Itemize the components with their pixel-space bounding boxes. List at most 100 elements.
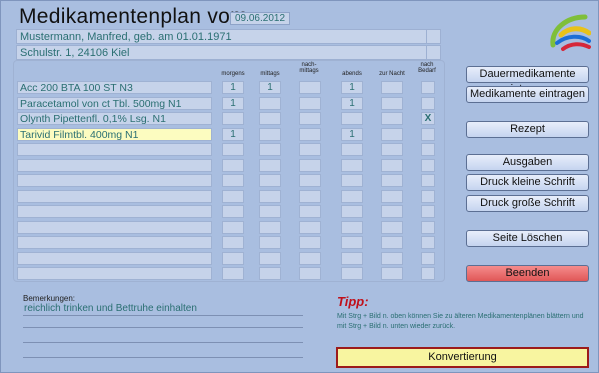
- dose-cell-morgens[interactable]: [222, 205, 244, 218]
- dose-cell-abends[interactable]: [341, 236, 363, 249]
- dose-cell-mittags[interactable]: [259, 220, 281, 234]
- dose-cell-nachmittags[interactable]: [299, 127, 321, 141]
- dose-cell-mittags[interactable]: [259, 158, 281, 172]
- medication-row-name[interactable]: [17, 158, 212, 172]
- dose-cell-abends[interactable]: [341, 158, 363, 172]
- dose-cell-nachmittags[interactable]: [299, 158, 321, 172]
- konvertierung-button[interactable]: Konvertierung: [336, 347, 589, 368]
- dose-cell-abends[interactable]: [341, 174, 363, 187]
- dose-cell-zur-nacht[interactable]: [381, 112, 403, 125]
- dose-cell-mittags[interactable]: [259, 236, 281, 249]
- dose-cell-abends[interactable]: 1: [341, 127, 363, 141]
- dose-cell-nachmittags[interactable]: [299, 112, 321, 125]
- dose-cell-bedarf[interactable]: [421, 81, 435, 94]
- dose-cell-bedarf[interactable]: X: [421, 112, 435, 125]
- medication-row-name[interactable]: Olynth Pipettenfl. 0,1% Lsg. N1: [17, 112, 212, 125]
- address-field[interactable]: Schulstr. 1, 24106 Kiel: [16, 45, 441, 60]
- dose-cell-morgens[interactable]: 1: [222, 96, 244, 110]
- dose-cell-morgens[interactable]: [222, 236, 244, 249]
- dose-cell-abends[interactable]: [341, 267, 363, 280]
- dose-cell-morgens[interactable]: [222, 112, 244, 125]
- dose-cell-zur-nacht[interactable]: [381, 174, 403, 187]
- dose-cell-mittags[interactable]: [259, 127, 281, 141]
- dose-cell-abends[interactable]: [341, 189, 363, 203]
- dose-cell-morgens[interactable]: [222, 189, 244, 203]
- dose-cell-abends[interactable]: [341, 143, 363, 156]
- dose-cell-mittags[interactable]: [259, 143, 281, 156]
- notes-text[interactable]: reichlich trinken und Bettruhe einhalten: [24, 303, 197, 314]
- dose-cell-nachmittags[interactable]: [299, 267, 321, 280]
- dose-cell-bedarf[interactable]: [421, 96, 435, 110]
- dose-cell-abends[interactable]: [341, 251, 363, 265]
- dose-cell-nachmittags[interactable]: [299, 236, 321, 249]
- dose-cell-mittags[interactable]: [259, 205, 281, 218]
- dose-cell-bedarf[interactable]: [421, 189, 435, 203]
- medication-row-name[interactable]: Paracetamol von ct Tbl. 500mg N1: [17, 96, 212, 110]
- patient-extra-box[interactable]: [426, 29, 441, 44]
- dose-cell-morgens[interactable]: [222, 251, 244, 265]
- dose-cell-morgens[interactable]: [222, 158, 244, 172]
- dose-cell-nachmittags[interactable]: [299, 189, 321, 203]
- beenden-button[interactable]: Beenden: [466, 265, 589, 282]
- date-field[interactable]: 09.06.2012: [230, 12, 290, 25]
- dose-cell-morgens[interactable]: [222, 143, 244, 156]
- dose-cell-zur-nacht[interactable]: [381, 96, 403, 110]
- dose-cell-bedarf[interactable]: [421, 236, 435, 249]
- medication-row-name[interactable]: Acc 200 BTA 100 ST N3: [17, 81, 212, 94]
- dose-cell-mittags[interactable]: 1: [259, 81, 281, 94]
- medikamente-eintragen-button[interactable]: Medikamente eintragen: [466, 86, 589, 103]
- dose-cell-morgens[interactable]: 1: [222, 81, 244, 94]
- medication-row-name[interactable]: [17, 267, 212, 280]
- dose-cell-nachmittags[interactable]: [299, 174, 321, 187]
- ausgaben-button[interactable]: Ausgaben: [466, 154, 589, 171]
- dauermedikamente-button[interactable]: Dauermedikamente eintragen: [466, 66, 589, 95]
- druck-grosse-schrift-button[interactable]: Druck große Schrift: [466, 195, 589, 212]
- dose-cell-zur-nacht[interactable]: [381, 189, 403, 203]
- druck-kleine-schrift-button[interactable]: Druck kleine Schrift: [466, 174, 589, 191]
- dose-cell-bedarf[interactable]: [421, 267, 435, 280]
- dose-cell-nachmittags[interactable]: [299, 205, 321, 218]
- dose-cell-nachmittags[interactable]: [299, 143, 321, 156]
- dose-cell-zur-nacht[interactable]: [381, 220, 403, 234]
- dose-cell-zur-nacht[interactable]: [381, 236, 403, 249]
- dose-cell-bedarf[interactable]: [421, 220, 435, 234]
- dose-cell-nachmittags[interactable]: [299, 220, 321, 234]
- dose-cell-morgens[interactable]: [222, 174, 244, 187]
- dose-cell-bedarf[interactable]: [421, 158, 435, 172]
- dose-cell-zur-nacht[interactable]: [381, 158, 403, 172]
- medication-row-name[interactable]: Tarivid Filmtbl. 400mg N1: [17, 127, 212, 141]
- medication-row-name[interactable]: [17, 251, 212, 265]
- dose-cell-bedarf[interactable]: [421, 251, 435, 265]
- dose-cell-zur-nacht[interactable]: [381, 127, 403, 141]
- dose-cell-abends[interactable]: [341, 220, 363, 234]
- medication-row-name[interactable]: [17, 143, 212, 156]
- address-extra-box[interactable]: [426, 45, 441, 60]
- patient-name-field[interactable]: Mustermann, Manfred, geb. am 01.01.1971: [16, 29, 441, 44]
- dose-cell-zur-nacht[interactable]: [381, 267, 403, 280]
- dose-cell-nachmittags[interactable]: [299, 251, 321, 265]
- dose-cell-mittags[interactable]: [259, 189, 281, 203]
- dose-cell-morgens[interactable]: 1: [222, 127, 244, 141]
- medication-row-name[interactable]: [17, 189, 212, 203]
- dose-cell-bedarf[interactable]: [421, 174, 435, 187]
- dose-cell-bedarf[interactable]: [421, 205, 435, 218]
- dose-cell-nachmittags[interactable]: [299, 96, 321, 110]
- rezept-button[interactable]: Rezept: [466, 121, 589, 138]
- dose-cell-zur-nacht[interactable]: [381, 205, 403, 218]
- dose-cell-mittags[interactable]: [259, 174, 281, 187]
- dose-cell-abends[interactable]: [341, 205, 363, 218]
- dose-cell-zur-nacht[interactable]: [381, 143, 403, 156]
- dose-cell-mittags[interactable]: [259, 267, 281, 280]
- dose-cell-mittags[interactable]: [259, 96, 281, 110]
- dose-cell-abends[interactable]: 1: [341, 96, 363, 110]
- dose-cell-morgens[interactable]: [222, 267, 244, 280]
- medication-row-name[interactable]: [17, 174, 212, 187]
- dose-cell-abends[interactable]: 1: [341, 81, 363, 94]
- dose-cell-mittags[interactable]: [259, 251, 281, 265]
- medication-row-name[interactable]: [17, 220, 212, 234]
- dose-cell-mittags[interactable]: [259, 112, 281, 125]
- dose-cell-morgens[interactable]: [222, 220, 244, 234]
- dose-cell-nachmittags[interactable]: [299, 81, 321, 94]
- medication-row-name[interactable]: [17, 236, 212, 249]
- dose-cell-bedarf[interactable]: [421, 143, 435, 156]
